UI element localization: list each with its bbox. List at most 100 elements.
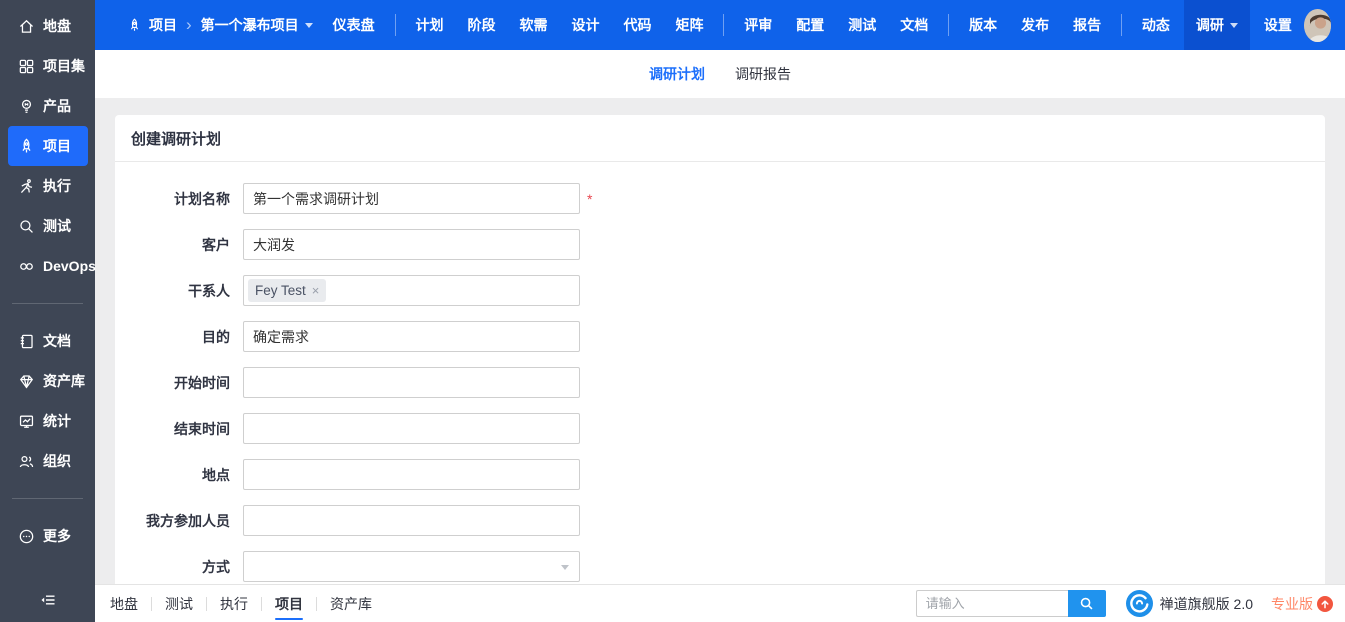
field-label: 目的 bbox=[131, 327, 230, 347]
user-avatar[interactable] bbox=[1304, 9, 1331, 42]
chevron-right-icon: › bbox=[186, 15, 192, 35]
top-menu-review[interactable]: 评审 bbox=[744, 0, 772, 50]
sidebar-secondary-list: 文档 资产库 统计 组织 bbox=[0, 321, 95, 481]
collapse-menu-icon[interactable] bbox=[39, 591, 57, 609]
top-menu-build[interactable]: 版本 bbox=[969, 0, 997, 50]
end-date-input[interactable] bbox=[243, 413, 580, 444]
gem-icon bbox=[18, 373, 35, 390]
sidebar-item-label: 项目集 bbox=[43, 56, 85, 76]
create-plan-card: 创建调研计划 计划名称 * 客户 干系人 Fey Test × bbox=[115, 115, 1325, 584]
menu-divider bbox=[948, 14, 949, 36]
top-menu-design[interactable]: 设计 bbox=[571, 0, 599, 50]
top-menu-test[interactable]: 测试 bbox=[848, 0, 876, 50]
top-menu-plan[interactable]: 计划 bbox=[415, 0, 443, 50]
people-icon bbox=[18, 453, 35, 470]
rocket-icon bbox=[127, 18, 142, 33]
sidebar-item-label: DevOps bbox=[43, 258, 96, 274]
rocket-icon bbox=[18, 138, 35, 155]
grid-icon bbox=[18, 58, 35, 75]
sidebar-item-doc[interactable]: 文档 bbox=[8, 321, 88, 361]
sidebar-item-program[interactable]: 项目集 bbox=[8, 46, 88, 86]
field-label: 干系人 bbox=[131, 281, 230, 301]
field-label: 地点 bbox=[131, 465, 230, 485]
bottom-tab-assetlib[interactable]: 资产库 bbox=[317, 585, 385, 622]
bottom-tab-project[interactable]: 项目 bbox=[262, 585, 316, 622]
sidebar-item-dashboard[interactable]: 地盘 bbox=[8, 6, 88, 46]
top-menu-dashboard[interactable]: 仪表盘 bbox=[333, 0, 375, 50]
home-icon bbox=[18, 18, 35, 35]
sidebar-item-label: 项目 bbox=[43, 136, 71, 156]
field-label: 我方参加人员 bbox=[131, 511, 230, 531]
search-button[interactable] bbox=[1068, 590, 1106, 617]
sidebar-item-assetlib[interactable]: 资产库 bbox=[8, 361, 88, 401]
sidebar-divider bbox=[12, 303, 83, 304]
zentao-logo-icon bbox=[1126, 590, 1153, 617]
magnifier-icon bbox=[18, 218, 35, 235]
sidebar-item-more[interactable]: 更多 bbox=[8, 516, 88, 556]
top-menu-settings[interactable]: 设置 bbox=[1264, 0, 1292, 50]
top-menu-stage[interactable]: 阶段 bbox=[467, 0, 495, 50]
notebook-icon bbox=[18, 333, 35, 350]
edition-label: 专业版 bbox=[1271, 594, 1313, 614]
search-icon bbox=[1079, 596, 1094, 611]
search-input[interactable] bbox=[916, 590, 1068, 617]
bottom-tab-execution[interactable]: 执行 bbox=[207, 585, 261, 622]
top-menu-softreq[interactable]: 软需 bbox=[519, 0, 547, 50]
global-search bbox=[916, 590, 1106, 617]
breadcrumb-project-switcher[interactable]: 第一个瀑布项目 bbox=[201, 15, 299, 35]
sidebar-item-devops[interactable]: DevOps bbox=[8, 246, 88, 286]
more-circle-icon bbox=[18, 528, 35, 545]
bottom-tab-qa[interactable]: 测试 bbox=[152, 585, 206, 622]
sidebar-item-execution[interactable]: 执行 bbox=[8, 166, 88, 206]
bottom-tab-dashboard[interactable]: 地盘 bbox=[97, 585, 151, 622]
tab-research-plan[interactable]: 调研计划 bbox=[649, 64, 705, 84]
form-row-start-date: 开始时间 bbox=[131, 367, 1309, 398]
top-menu-dynamic[interactable]: 动态 bbox=[1142, 0, 1170, 50]
customer-input[interactable] bbox=[243, 229, 580, 260]
sidebar-item-label: 测试 bbox=[43, 216, 71, 236]
stakeholder-tag-label: Fey Test bbox=[255, 283, 306, 298]
method-select[interactable] bbox=[243, 551, 580, 582]
top-menu-release[interactable]: 发布 bbox=[1021, 0, 1049, 50]
sidebar-item-stats[interactable]: 统计 bbox=[8, 401, 88, 441]
top-menu-doc[interactable]: 文档 bbox=[900, 0, 928, 50]
form-row-location: 地点 bbox=[131, 459, 1309, 490]
form-row-end-date: 结束时间 bbox=[131, 413, 1309, 444]
sidebar-item-label: 产品 bbox=[43, 96, 71, 116]
sidebar-item-project[interactable]: 项目 bbox=[8, 126, 88, 166]
sidebar-item-label: 地盘 bbox=[43, 16, 71, 36]
top-menu-report[interactable]: 报告 bbox=[1073, 0, 1101, 50]
tab-research-report[interactable]: 调研报告 bbox=[735, 64, 791, 84]
breadcrumb-app[interactable]: 项目 bbox=[149, 15, 177, 35]
remove-tag-icon[interactable]: × bbox=[312, 283, 320, 298]
top-menu-research[interactable]: 调研 bbox=[1184, 0, 1250, 50]
top-menu-config[interactable]: 配置 bbox=[796, 0, 824, 50]
sidebar-item-org[interactable]: 组织 bbox=[8, 441, 88, 481]
form-row-stakeholder: 干系人 Fey Test × bbox=[131, 275, 1309, 306]
zentao-brand[interactable]: 禅道旗舰版 2.0 bbox=[1126, 590, 1253, 617]
stakeholder-multiselect[interactable]: Fey Test × bbox=[243, 275, 580, 306]
form-row-purpose: 目的 bbox=[131, 321, 1309, 352]
plan-name-input[interactable] bbox=[243, 183, 580, 214]
open-app-tabs: 地盘 测试 执行 项目 资产库 bbox=[97, 585, 385, 622]
location-input[interactable] bbox=[243, 459, 580, 490]
field-label: 客户 bbox=[131, 235, 230, 255]
top-menu-matrix[interactable]: 矩阵 bbox=[675, 0, 703, 50]
sidebar-item-label: 统计 bbox=[43, 411, 71, 431]
field-label: 计划名称 bbox=[131, 189, 230, 209]
create-plan-form: 计划名称 * 客户 干系人 Fey Test × bbox=[115, 162, 1325, 582]
sidebar-item-product[interactable]: 产品 bbox=[8, 86, 88, 126]
start-date-input[interactable] bbox=[243, 367, 580, 398]
edition-link[interactable]: 专业版 bbox=[1271, 594, 1333, 614]
stakeholder-tag: Fey Test × bbox=[248, 279, 326, 302]
sidebar-item-label: 执行 bbox=[43, 176, 71, 196]
runner-icon bbox=[18, 178, 35, 195]
card-header: 创建调研计划 bbox=[115, 115, 1325, 162]
participants-input[interactable] bbox=[243, 505, 580, 536]
top-menu-code[interactable]: 代码 bbox=[623, 0, 651, 50]
sidebar-item-label: 资产库 bbox=[43, 371, 85, 391]
sidebar-item-qa[interactable]: 测试 bbox=[8, 206, 88, 246]
breadcrumb[interactable]: 项目 › 第一个瀑布项目 bbox=[127, 15, 313, 35]
sidebar-item-label: 文档 bbox=[43, 331, 71, 351]
purpose-input[interactable] bbox=[243, 321, 580, 352]
